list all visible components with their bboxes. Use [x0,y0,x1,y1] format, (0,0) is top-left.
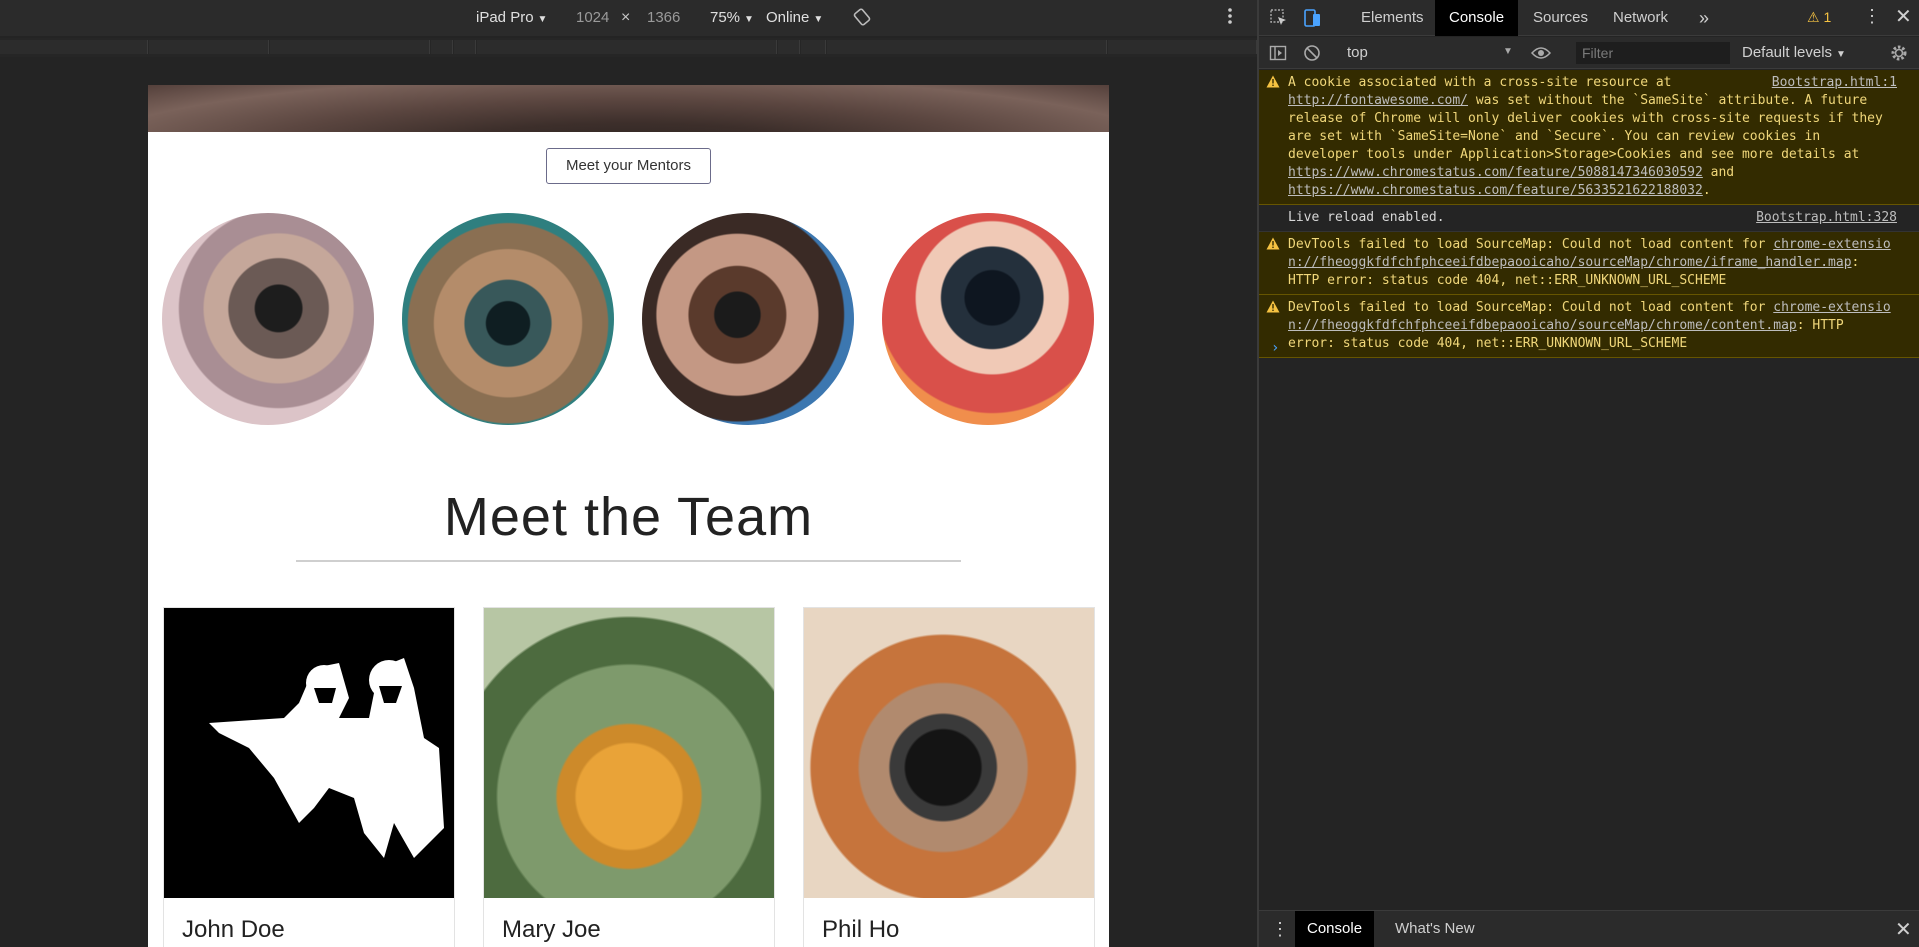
zoom-select[interactable]: 75% ▼ [710,9,754,26]
team-member-name: Mary Joe [502,916,601,943]
tab-network[interactable]: Network [1599,0,1682,36]
device-toolbar: iPad Pro ▼ 1024 × 1366 75% ▼ Online ▼ [0,0,1257,36]
devtools-panel: Elements Console Sources Network » ⚠ 1 ⋮… [1257,0,1919,947]
team-card: Mary Joe [483,607,775,947]
console-log: Bootstrap.html:328 Live reload enabled. [1259,205,1919,232]
message-text: . [1702,183,1711,198]
more-tabs-button[interactable]: » [1685,0,1723,36]
media-query-segment[interactable] [431,40,453,54]
more-options-icon[interactable]: ⋮ [1863,6,1881,27]
mentor-photo [642,213,854,425]
console-warning: DevTools failed to load SourceMap: Could… [1259,232,1919,295]
context-select[interactable]: top [1347,44,1522,61]
message-text: A cookie associated with a cross-site re… [1288,75,1672,90]
close-icon[interactable]: ✕ [1895,4,1912,29]
tab-elements[interactable]: Elements [1347,0,1438,36]
media-query-segment[interactable] [0,40,148,54]
tab-sources[interactable]: Sources [1519,0,1602,36]
throttling-label: Online [766,9,810,26]
device-label: iPad Pro [476,9,534,26]
page-viewport: Meet your Mentors Meet the Team John Doe… [148,85,1109,947]
log-levels-select[interactable]: Default levels ▼ [1742,44,1846,61]
team-photo [484,608,774,898]
team-card: Phil Ho [803,607,1095,947]
device-toolbar-icon[interactable] [1303,8,1323,33]
drawer-menu-icon[interactable]: ⋮ [1271,919,1289,940]
message-text: and [1702,165,1735,180]
caret-down-icon: ▼ [813,14,824,25]
warning-counter[interactable]: ⚠ 1 [1807,9,1831,26]
media-query-bar[interactable] [0,38,1257,57]
width-input[interactable]: 1024 [576,9,609,26]
drawer-tab-whats-new[interactable]: What's New [1383,911,1487,947]
caret-down-icon: ▼ [537,14,548,25]
console-filter-bar: top ▼ Default levels▼ [1259,37,1919,69]
message-text: DevTools failed to load SourceMap: Could… [1288,237,1774,252]
console-warning: DevTools failed to load SourceMap: Could… [1259,295,1919,358]
eye-icon[interactable] [1530,45,1552,66]
message-text: DevTools failed to load SourceMap: Could… [1288,300,1774,315]
warning-icon [1266,237,1280,256]
media-query-segment[interactable] [270,40,430,54]
drawer-tab-console[interactable]: Console [1295,911,1375,947]
caret-down-icon: ▼ [1836,49,1846,60]
message-link[interactable]: https://www.chromestatus.com/feature/563… [1288,183,1703,198]
more-options-icon[interactable] [1227,6,1233,30]
media-query-segment[interactable] [477,40,777,54]
mentor-photo [402,213,614,425]
team-member-name: Phil Ho [822,916,900,943]
mentor-photo [882,213,1094,425]
zoom-label: 75% [710,9,741,26]
height-input[interactable]: 1366 [647,9,680,26]
caret-down-icon: ▼ [1503,46,1513,57]
clear-console-icon[interactable] [1303,44,1321,67]
mentor-photo [162,213,374,425]
warning-icon: ⚠ [1807,9,1820,25]
media-query-segment[interactable] [801,40,826,54]
inspect-element-icon[interactable] [1269,8,1289,33]
media-query-segment[interactable] [827,40,1107,54]
devtools-drawer: ⋮ Console What's New ✕ [1259,910,1919,947]
sidebar-toggle-icon[interactable] [1269,44,1287,67]
media-query-segment[interactable] [454,40,476,54]
team-member-name: John Doe [182,916,285,943]
message-text: Live reload enabled. [1288,210,1445,225]
console-prompt[interactable]: › [1271,340,1279,356]
hero-image [148,85,1109,132]
message-link[interactable]: https://www.chromestatus.com/feature/508… [1288,165,1703,180]
warning-icon [1266,300,1280,319]
close-icon[interactable]: ✕ [1895,917,1912,942]
throttling-select[interactable]: Online ▼ [766,9,823,26]
team-card: John Doe [163,607,455,947]
rotate-icon[interactable] [853,8,871,30]
warning-count: 1 [1823,9,1832,25]
caret-down-icon: ▼ [744,14,754,25]
log-levels-label: Default levels [1742,44,1833,61]
device-emulation-area: iPad Pro ▼ 1024 × 1366 75% ▼ Online ▼ Meet … [0,0,1257,947]
tab-console[interactable]: Console [1435,0,1519,36]
dimension-separator: × [621,9,631,26]
warning-icon [1266,75,1280,94]
media-query-segment[interactable] [149,40,269,54]
console-warning: Bootstrap.html:1 A cookie associated wit… [1259,70,1919,205]
message-source-link[interactable]: Bootstrap.html:1 [1772,74,1897,92]
gear-icon[interactable] [1889,43,1909,68]
devtools-tabbar: Elements Console Sources Network » ⚠ 1 ⋮… [1259,0,1919,36]
meet-mentors-button[interactable]: Meet your Mentors [546,148,711,184]
message-source-link[interactable]: Bootstrap.html:328 [1756,209,1897,227]
heading-divider [296,560,961,562]
team-heading: Meet the Team [443,487,814,547]
media-query-segment[interactable] [778,40,800,54]
console-messages: Bootstrap.html:1 A cookie associated wit… [1259,70,1919,908]
media-query-segment[interactable] [1108,40,1257,54]
team-photo [804,608,1094,898]
device-select[interactable]: iPad Pro ▼ [476,9,547,26]
team-photo [164,608,454,898]
message-link[interactable]: http://fontawesome.com/ [1288,93,1468,108]
filter-input[interactable] [1576,42,1730,64]
